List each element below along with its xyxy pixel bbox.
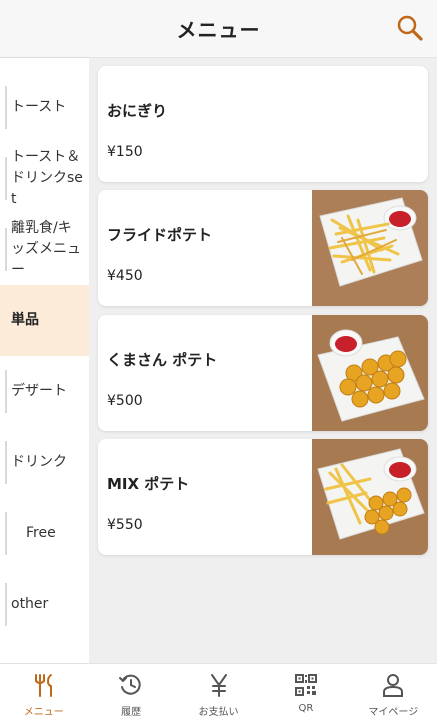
page-title: メニュー bbox=[176, 18, 261, 42]
product-card[interactable]: MIX ポテト ¥550 bbox=[98, 439, 428, 555]
divider bbox=[5, 512, 7, 555]
divider bbox=[5, 583, 7, 626]
fork-knife-icon bbox=[34, 674, 52, 697]
category-label: 離乳食/キッズメニュー bbox=[11, 220, 81, 278]
divider bbox=[5, 228, 7, 271]
category-label: ドリンク bbox=[11, 454, 67, 470]
category-label: デザート bbox=[11, 383, 67, 399]
tab-label: 履歴 bbox=[121, 707, 142, 718]
yen-icon bbox=[210, 674, 227, 697]
product-card[interactable]: くまさん ポテト ¥500 bbox=[98, 315, 428, 431]
divider bbox=[5, 157, 7, 200]
product-price: ¥450 bbox=[107, 268, 143, 284]
category-item-toast[interactable]: トースト bbox=[0, 72, 89, 143]
category-label: Free bbox=[26, 525, 56, 541]
product-card[interactable]: おにぎり ¥150 bbox=[98, 66, 428, 182]
product-list: おにぎり ¥150 フライドポテト ¥450 くまさん ポテト ¥500 MIX… bbox=[89, 58, 437, 663]
divider bbox=[5, 370, 7, 413]
tab-label: メニュー bbox=[23, 707, 64, 718]
product-name: フライドポテト bbox=[107, 226, 213, 244]
category-item-single[interactable]: 単品 bbox=[0, 285, 89, 356]
product-price: ¥550 bbox=[107, 517, 143, 533]
tab-qr[interactable]: QR bbox=[262, 664, 349, 720]
category-item-drink[interactable]: ドリンク bbox=[0, 427, 89, 498]
tab-label: お支払い bbox=[198, 707, 239, 718]
search-icon[interactable] bbox=[395, 13, 425, 43]
category-label: トースト bbox=[11, 99, 67, 115]
category-label: 単品 bbox=[11, 312, 39, 328]
product-name: くまさん ポテト bbox=[107, 351, 218, 369]
tab-menu[interactable]: メニュー bbox=[0, 664, 87, 720]
product-photo-bear-potato bbox=[312, 315, 428, 431]
product-name: MIX ポテト bbox=[107, 475, 190, 493]
product-name: おにぎり bbox=[107, 102, 168, 120]
category-item-other[interactable]: other bbox=[0, 569, 89, 640]
category-item-baby-kids[interactable]: 離乳食/キッズメニュー bbox=[0, 214, 89, 285]
user-icon bbox=[383, 674, 404, 697]
product-price: ¥500 bbox=[107, 393, 143, 409]
category-item-toast-drink-set[interactable]: トースト＆ドリンクset bbox=[0, 143, 89, 214]
divider bbox=[5, 441, 7, 484]
tab-payment[interactable]: お支払い bbox=[175, 664, 262, 720]
product-price: ¥150 bbox=[107, 144, 143, 160]
category-sidebar: トースト トースト＆ドリンクset 離乳食/キッズメニュー 単品 デザート ドリ… bbox=[0, 58, 89, 663]
bottom-tab-bar: メニュー 履歴 お支払い QR マイページ bbox=[0, 663, 437, 720]
tab-mypage[interactable]: マイページ bbox=[350, 664, 437, 720]
product-photo-mix-potato bbox=[312, 439, 428, 555]
product-card[interactable]: フライドポテト ¥450 bbox=[98, 190, 428, 306]
product-photo-fries bbox=[312, 190, 428, 306]
tab-label: QR bbox=[298, 703, 314, 714]
category-item-dessert[interactable]: デザート bbox=[0, 356, 89, 427]
category-label: other bbox=[11, 596, 49, 612]
app-header: メニュー bbox=[0, 0, 437, 58]
qr-code-icon bbox=[294, 674, 317, 696]
history-icon bbox=[119, 674, 141, 695]
category-item-free[interactable]: Free bbox=[0, 498, 89, 569]
category-label: トースト＆ドリンクset bbox=[11, 149, 83, 207]
tab-history[interactable]: 履歴 bbox=[87, 664, 174, 720]
tab-label: マイページ bbox=[368, 707, 419, 718]
divider bbox=[5, 86, 7, 129]
